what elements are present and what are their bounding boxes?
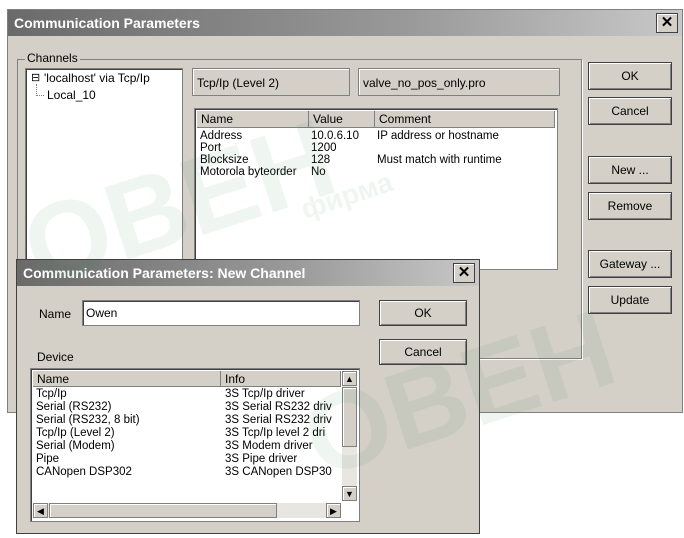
project-field: valve_no_pos_only.pro [358, 68, 560, 96]
update-button[interactable]: Update [588, 286, 672, 314]
device-col-header-name[interactable]: Name [33, 371, 221, 387]
remove-button[interactable]: Remove [588, 192, 672, 220]
param-value: 1200 [311, 142, 337, 154]
device-name: Serial (Modem) [36, 440, 115, 452]
dialog-title: Communication Parameters [14, 15, 200, 31]
list-item[interactable]: Pipe 3S Pipe driver [33, 453, 341, 465]
scroll-down-icon[interactable]: ▼ [342, 486, 357, 501]
device-list-horizontal-scrollbar[interactable]: ◀ ▶ [33, 503, 341, 518]
new-channel-ok-button[interactable]: OK [379, 300, 467, 326]
param-comment [377, 166, 553, 178]
table-row[interactable]: Motorola byteorder No [197, 166, 555, 178]
list-item[interactable]: Serial (RS232) 3S Serial RS232 driv [33, 401, 341, 413]
channels-tree[interactable]: ⊟ 'localhost' via Tcp/Ip Local_10 [25, 68, 183, 268]
driver-field: Tcp/Ip (Level 2) [192, 68, 350, 96]
horizontal-scroll-thumb[interactable] [49, 503, 277, 518]
device-name: Serial (RS232) [36, 401, 112, 413]
col-header-name[interactable]: Name [197, 111, 309, 128]
device-info: 3S Serial RS232 driv [225, 401, 332, 413]
table-row[interactable]: Address 10.0.6.10 IP address or hostname [197, 130, 555, 142]
new-channel-title: Communication Parameters: New Channel [23, 265, 306, 281]
param-comment: Must match with runtime [377, 154, 502, 166]
device-name: Serial (RS232, 8 bit) [36, 414, 140, 426]
param-name: Motorola byteorder [200, 166, 297, 178]
scroll-up-icon[interactable]: ▲ [342, 371, 357, 386]
list-item[interactable]: Serial (Modem) 3S Modem driver [33, 440, 341, 452]
device-info: 3S CANopen DSP30 [225, 466, 332, 478]
device-name: Tcp/Ip [36, 388, 67, 400]
device-label: Device [37, 350, 74, 364]
list-item[interactable]: CANopen DSP302 3S CANopen DSP30 [33, 466, 341, 478]
col-header-comment[interactable]: Comment [375, 111, 555, 128]
table-row[interactable]: Blocksize 128 Must match with runtime [197, 154, 555, 166]
device-col-header-info[interactable]: Info [221, 371, 341, 387]
dialog-titlebar: Communication Parameters [8, 10, 682, 36]
new-channel-cancel-button[interactable]: Cancel [379, 339, 467, 365]
new-channel-dialog: Communication Parameters: New Channel ✕ … [16, 259, 480, 534]
param-name: Address [200, 130, 243, 142]
col-header-value[interactable]: Value [309, 111, 375, 128]
param-value: 10.0.6.10 [311, 130, 359, 142]
new-channel-close-icon[interactable]: ✕ [453, 263, 475, 283]
vertical-scroll-thumb[interactable] [342, 387, 357, 447]
device-name: CANopen DSP302 [36, 466, 132, 478]
tree-item-local-10[interactable]: Local_10 [47, 88, 96, 102]
gateway-button[interactable]: Gateway ... [588, 250, 672, 278]
scroll-right-icon[interactable]: ▶ [326, 503, 341, 518]
device-name: Pipe [36, 453, 60, 465]
new-channel-titlebar: Communication Parameters: New Channel [17, 260, 479, 286]
param-comment [377, 142, 553, 154]
param-value: No [311, 166, 326, 178]
device-name: Tcp/Ip (Level 2) [36, 427, 115, 439]
list-item[interactable]: Serial (RS232, 8 bit) 3S Serial RS232 dr… [33, 414, 341, 426]
device-info: 3S Tcp/Ip level 2 dri [225, 427, 326, 439]
device-info: 3S Tcp/Ip driver [225, 388, 305, 400]
parameters-table[interactable]: Name Value Comment Address 10.0.6.10 IP … [194, 108, 558, 270]
param-comment: IP address or hostname [377, 130, 499, 142]
list-item[interactable]: Tcp/Ip 3S Tcp/Ip driver [33, 388, 341, 400]
device-info: 3S Modem driver [225, 440, 313, 452]
scroll-left-icon[interactable]: ◀ [33, 503, 48, 518]
table-row[interactable]: Port 1200 [197, 142, 555, 154]
param-name: Port [200, 142, 222, 154]
device-list-vertical-scrollbar[interactable]: ▲ ▼ [342, 371, 357, 501]
tree-branch-line [36, 84, 44, 96]
channels-group-label: Channels [25, 51, 80, 65]
device-list[interactable]: Name Info Tcp/Ip 3S Tcp/Ip driver Serial… [30, 368, 360, 522]
channel-name-input[interactable]: Owen [82, 300, 360, 326]
param-value: 128 [311, 154, 331, 166]
list-item[interactable]: Tcp/Ip (Level 2) 3S Tcp/Ip level 2 dri [33, 427, 341, 439]
tree-item-localhost[interactable]: 'localhost' via Tcp/Ip [44, 71, 150, 85]
new-button[interactable]: New ... [588, 156, 672, 184]
name-label: Name [39, 307, 72, 321]
ok-button[interactable]: OK [588, 62, 672, 90]
device-info: 3S Pipe driver [225, 453, 298, 465]
tree-collapse-icon[interactable]: ⊟ [31, 71, 40, 84]
device-info: 3S Serial RS232 driv [225, 414, 332, 426]
cancel-button[interactable]: Cancel [588, 97, 672, 125]
param-name: Blocksize [200, 154, 249, 166]
close-icon[interactable]: ✕ [656, 13, 678, 33]
